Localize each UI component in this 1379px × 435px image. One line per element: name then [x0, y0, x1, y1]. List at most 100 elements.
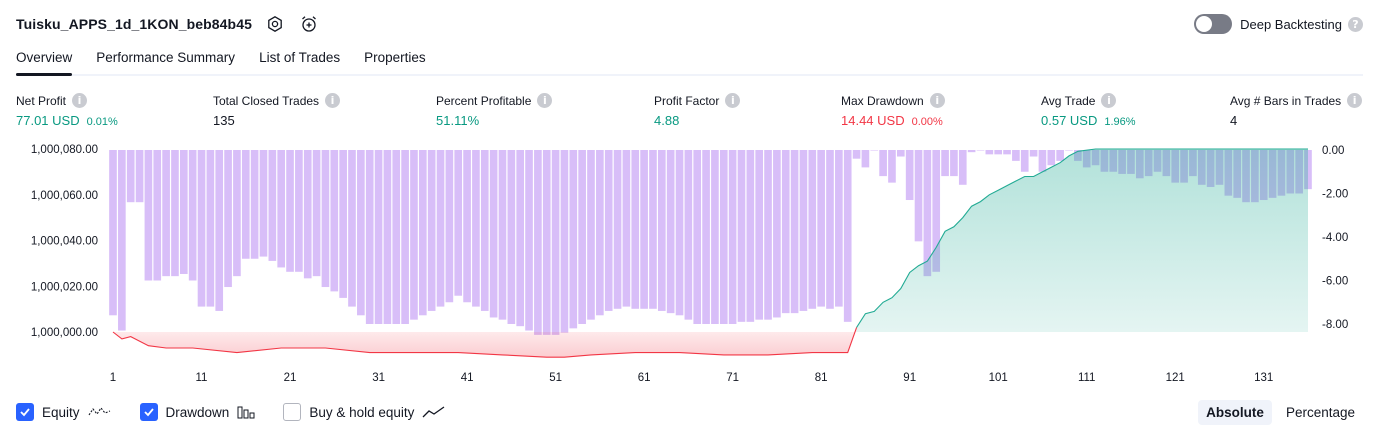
metric-label: Total Closed Trades	[213, 93, 320, 108]
drawdown-bar	[755, 150, 764, 320]
drawdown-bar	[126, 150, 135, 203]
info-icon[interactable]: i	[325, 93, 341, 108]
absolute-button[interactable]: Absolute	[1198, 399, 1272, 425]
drawdown-bar	[719, 150, 728, 324]
info-icon[interactable]: i	[929, 93, 945, 108]
metric-label: Percent Profitable	[436, 93, 532, 108]
equity-chart[interactable]: 1,000,080.00 1,000,060.00 1,000,040.00 1,00…	[0, 138, 1379, 388]
drawdown-bar	[525, 150, 533, 331]
drawdown-bar	[578, 150, 586, 324]
equity-loss-area	[113, 327, 857, 358]
drawdown-bar	[870, 150, 879, 151]
drawdown-bar	[171, 150, 179, 277]
x-axis: 1 11 21 31 41 51 61 71 81 91 101 111 121 131	[110, 372, 1273, 384]
value-mode-switch: Absolute Percentage	[1192, 399, 1363, 425]
drawdown-bar	[976, 150, 985, 151]
equity-chart-svg: 1,000,080.00 1,000,060.00 1,000,040.00 1,00…	[31, 144, 1348, 384]
metric-value: 51.11%	[436, 113, 480, 128]
unchecked-box-icon	[283, 403, 302, 421]
x-axis-tick-label: 121	[1166, 372, 1185, 384]
metric-label: Net Profit	[16, 93, 67, 108]
buy-hold-checkbox[interactable]: Buy & hold equity	[283, 403, 446, 421]
drawdown-checkbox[interactable]: Drawdown	[139, 403, 256, 421]
drawdown-bar	[675, 150, 684, 316]
right-axis-tick-label: -4.00	[1322, 232, 1348, 244]
drawdown-bar	[286, 150, 294, 272]
deep-backtesting-group: Deep Backtesting ?	[1194, 14, 1363, 34]
drawdown-bar	[250, 150, 259, 259]
drawdown-bar	[693, 150, 702, 324]
drawdown-bar	[542, 150, 551, 335]
metric-label: Profit Factor	[654, 93, 720, 108]
info-icon[interactable]: i	[537, 93, 553, 108]
right-axis-tick-label: -2.00	[1322, 189, 1348, 201]
metric-pct: 1.96%	[1104, 116, 1136, 128]
drawdown-bar	[1065, 150, 1073, 151]
drawdown-bar	[640, 150, 648, 309]
drawdown-bar	[454, 150, 463, 296]
drawdown-bar	[295, 150, 303, 272]
drawdown-bar	[135, 150, 144, 203]
left-axis-tick-label: 1,000,080.00	[31, 144, 98, 156]
left-axis-tick-label: 1,000,040.00	[31, 236, 98, 248]
metric-total-closed-trades: Total Closed Trades i 135	[213, 93, 341, 128]
x-axis-tick-label: 21	[284, 372, 297, 384]
drawdown-bar	[215, 150, 224, 311]
drawdown-bar	[560, 150, 569, 333]
drawdown-bar	[498, 150, 507, 320]
drawdown-bar	[179, 150, 188, 274]
drawdown-bars-icon	[237, 406, 255, 419]
drawdown-bar	[711, 150, 719, 324]
metric-profit-factor: Profit Factor i 4.88	[654, 93, 741, 128]
metrics-row: Net Profit i 77.01 USD 0.01% Total Closed …	[16, 93, 1363, 133]
drawdown-bar	[1003, 150, 1011, 155]
x-axis-tick-label: 111	[1078, 372, 1095, 384]
metric-net-profit: Net Profit i 77.01 USD 0.01%	[16, 93, 118, 128]
drawdown-bar	[118, 150, 126, 331]
drawdown-bar	[852, 150, 861, 159]
drawdown-bar	[365, 150, 374, 324]
info-icon[interactable]: i	[1347, 93, 1363, 108]
drawdown-bar	[418, 150, 427, 316]
drawdown-bar	[835, 150, 843, 307]
deep-backtesting-label: Deep Backtesting	[1240, 16, 1342, 32]
percentage-button[interactable]: Percentage	[1278, 400, 1363, 425]
tab-list-of-trades[interactable]: List of Trades	[259, 46, 340, 74]
drawdown-bar	[781, 150, 790, 314]
drawdown-bar	[737, 150, 746, 322]
deep-backtesting-toggle[interactable]	[1194, 14, 1233, 34]
check-icon	[139, 403, 158, 421]
drawdown-bar	[950, 150, 958, 177]
drawdown-bar	[994, 150, 1003, 155]
x-axis-tick-label: 61	[638, 372, 651, 384]
drawdown-bar	[436, 150, 445, 307]
drawdown-bar	[188, 150, 197, 281]
drawdown-bar	[790, 150, 799, 314]
drawdown-bar	[241, 150, 250, 259]
settings-icon[interactable]	[264, 13, 286, 35]
drawdown-bar	[401, 150, 409, 324]
alarm-clock-add-icon[interactable]	[298, 13, 320, 35]
drawdown-bar	[1029, 150, 1038, 157]
drawdown-bar	[728, 150, 737, 324]
drawdown-bar	[303, 150, 312, 279]
equity-checkbox[interactable]: Equity	[16, 403, 112, 421]
tab-overview[interactable]: Overview	[16, 46, 73, 76]
drawdown-bar	[587, 150, 595, 320]
tab-properties[interactable]: Properties	[364, 46, 426, 74]
metric-max-drawdown: Max Drawdown i 14.44 USD 0.00%	[841, 93, 945, 128]
drawdown-bar	[330, 150, 339, 292]
drawdown-bar	[507, 150, 516, 324]
info-icon[interactable]: i	[72, 93, 88, 108]
question-icon[interactable]: ?	[1348, 16, 1363, 32]
x-axis-tick-label: 91	[903, 372, 916, 384]
left-axis-tick-label: 1,000,020.00	[31, 281, 98, 293]
drawdown-bar	[1020, 150, 1029, 172]
info-icon[interactable]: i	[1101, 93, 1117, 108]
info-icon[interactable]: i	[725, 93, 741, 108]
right-axis: 0.00 -2.00 -4.00 -6.00 -8.00	[1322, 145, 1348, 331]
drawdown-bar	[480, 150, 489, 311]
drawdown-bar	[684, 150, 693, 320]
tab-performance-summary[interactable]: Performance Summary	[96, 46, 235, 74]
drawdown-bar	[1056, 150, 1064, 161]
